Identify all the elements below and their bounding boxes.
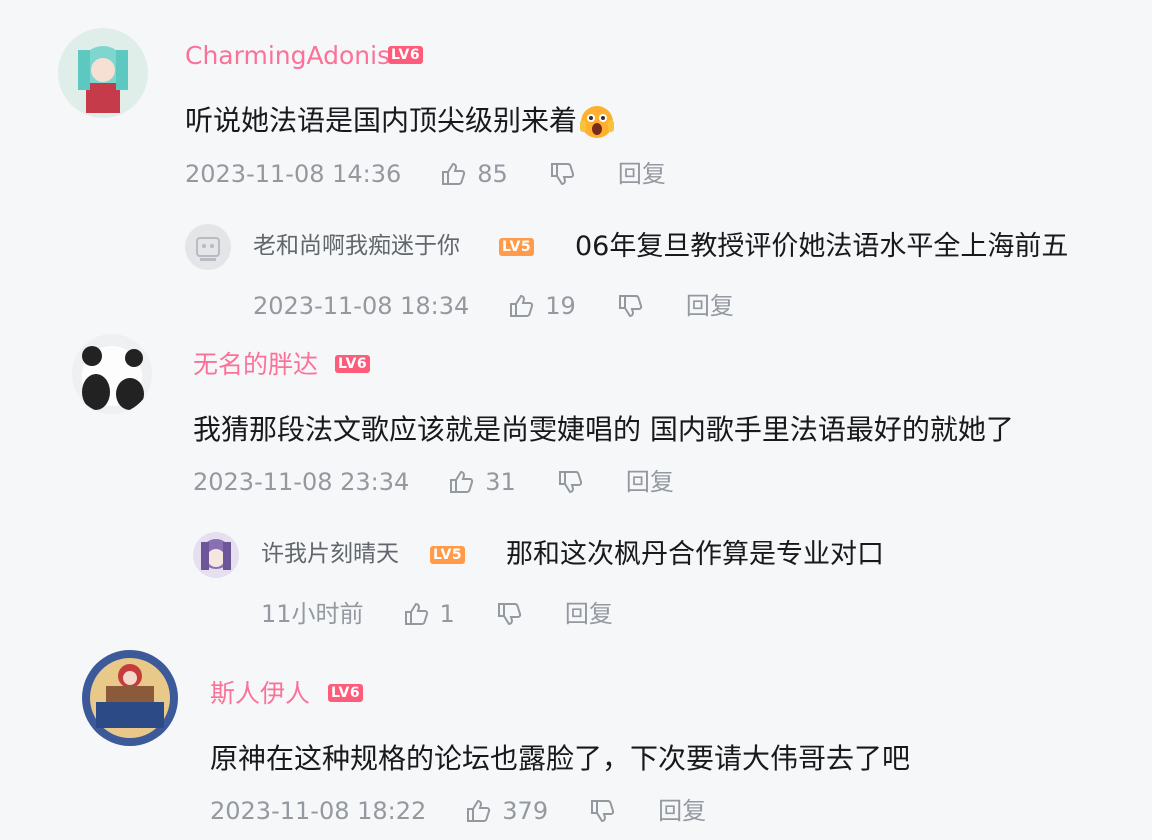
- reply-button[interactable]: 回复: [658, 799, 706, 823]
- username[interactable]: 无名的胖达: [193, 352, 318, 377]
- avatar[interactable]: [193, 532, 239, 578]
- timestamp: 11小时前: [261, 600, 364, 628]
- comment-meta: 2023-11-08 14:36 85 回复: [185, 160, 666, 188]
- level-badge: LV5: [499, 238, 535, 256]
- thumbs-down-icon[interactable]: [616, 292, 644, 320]
- thumbs-up-icon[interactable]: [507, 292, 535, 320]
- thumbs-down-icon[interactable]: [548, 160, 576, 188]
- comment-text: 原神在这种规格的论坛也露脸了，下次要请大伟哥去了吧: [210, 742, 911, 775]
- reply-button[interactable]: 回复: [626, 470, 674, 494]
- avatar[interactable]: [76, 642, 184, 750]
- thumbs-down-icon[interactable]: [495, 600, 523, 628]
- thumbs-down-icon[interactable]: [556, 468, 584, 496]
- level-badge: LV5: [430, 546, 466, 564]
- level-badge: LV6: [328, 684, 364, 702]
- reply-button[interactable]: 回复: [686, 294, 734, 318]
- username[interactable]: 许我片刻晴天: [261, 543, 399, 566]
- username[interactable]: 老和尚啊我痴迷于你: [253, 235, 460, 258]
- timestamp: 2023-11-08 18:22: [210, 797, 427, 825]
- comment-text: 06年复旦教授评价她法语水平全上海前五: [575, 231, 1069, 262]
- like-count: 31: [485, 468, 516, 496]
- thumbs-up-icon[interactable]: [464, 797, 492, 825]
- like-count: 379: [502, 797, 549, 825]
- comment-meta: 2023-11-08 18:34 19 回复: [253, 292, 734, 320]
- thumbs-up-icon[interactable]: [402, 600, 430, 628]
- username[interactable]: CharmingAdonis: [185, 43, 390, 68]
- comment-text: 听说她法语是国内顶尖级别来着: [185, 104, 615, 140]
- thumbs-down-icon[interactable]: [588, 797, 616, 825]
- scream-emoji-icon: [579, 104, 615, 140]
- level-badge: LV6: [335, 355, 371, 373]
- thumbs-up-icon[interactable]: [447, 468, 475, 496]
- avatar[interactable]: [58, 28, 148, 118]
- thumbs-up-icon[interactable]: [439, 160, 467, 188]
- comment-meta: 11小时前 1 回复: [261, 600, 613, 628]
- reply-button[interactable]: 回复: [565, 602, 613, 626]
- like-count: 85: [477, 160, 508, 188]
- like-count: 1: [439, 600, 455, 628]
- reply-button[interactable]: 回复: [618, 162, 666, 186]
- comment-meta: 2023-11-08 23:34 31 回复: [193, 468, 674, 496]
- timestamp: 2023-11-08 23:34: [193, 468, 410, 496]
- like-count: 19: [545, 292, 576, 320]
- timestamp: 2023-11-08 18:34: [253, 292, 470, 320]
- avatar[interactable]: [185, 224, 231, 270]
- timestamp: 2023-11-08 14:36: [185, 160, 402, 188]
- avatar[interactable]: [72, 334, 152, 414]
- comment-meta: 2023-11-08 18:22 379 回复: [210, 797, 706, 825]
- comment-text: 那和这次枫丹合作算是专业对口: [506, 539, 884, 570]
- username[interactable]: 斯人伊人: [210, 681, 310, 706]
- comment-text: 我猜那段法文歌应该就是尚雯婕唱的 国内歌手里法语最好的就她了: [193, 413, 1014, 446]
- level-badge: LV6: [388, 46, 424, 64]
